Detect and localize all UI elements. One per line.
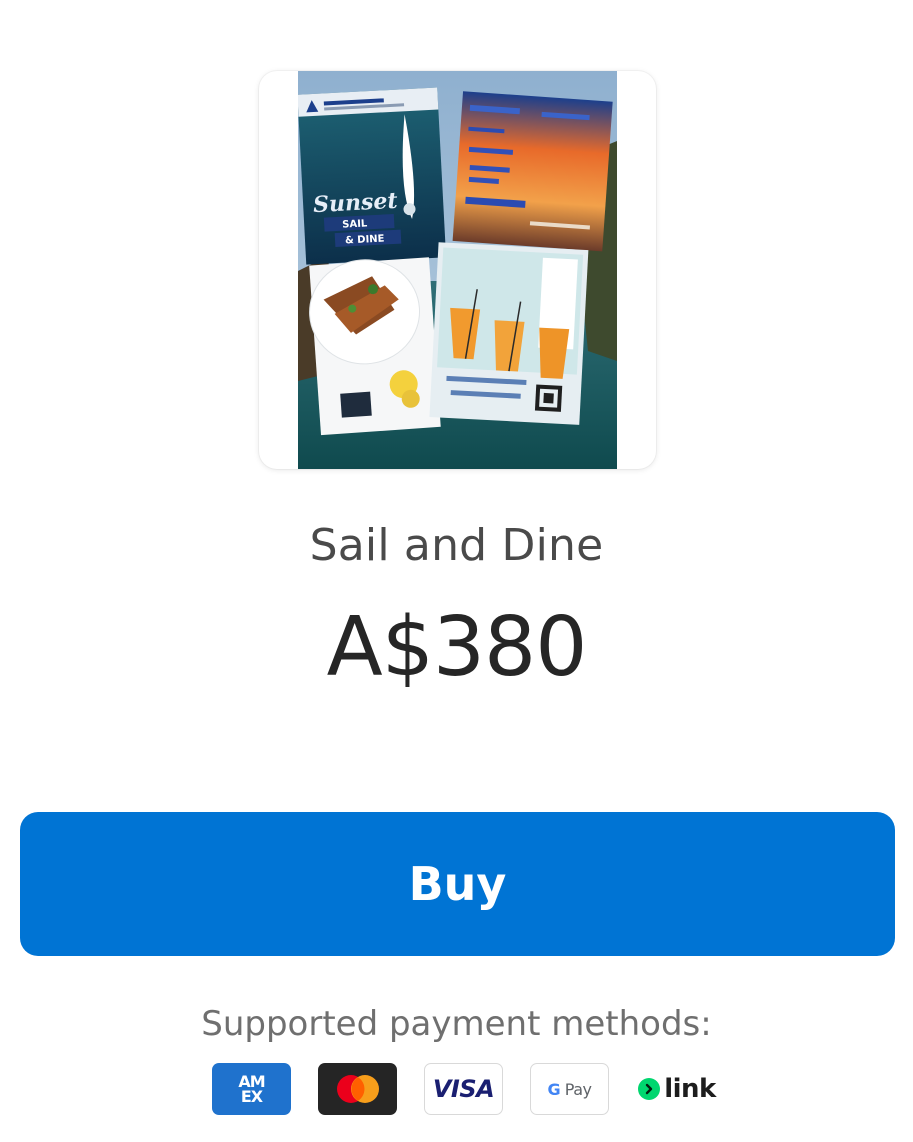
product-name: Sail and Dine (309, 520, 604, 571)
product-image-card: Sunset SAIL & DINE (259, 71, 656, 469)
svg-text:Sunset: Sunset (313, 188, 399, 218)
link-text: link (664, 1074, 716, 1104)
link-arrow-icon (638, 1078, 661, 1100)
buy-button[interactable]: Buy (20, 812, 895, 956)
payment-methods-label: Supported payment methods: (201, 1004, 712, 1044)
google-pay-text: Pay (564, 1079, 592, 1099)
svg-text:& DINE: & DINE (345, 233, 385, 246)
visa-icon: VISA (424, 1063, 503, 1115)
visa-text: VISA (432, 1075, 495, 1103)
amex-icon: AM EX (212, 1063, 291, 1115)
svg-text:SAIL: SAIL (342, 218, 368, 230)
mastercard-circles (336, 1075, 379, 1103)
checkout-page: Sunset SAIL & DINE Sail and Dine A$380 B… (0, 0, 913, 1142)
buy-button-label: Buy (408, 857, 507, 911)
amex-text-bottom: EX (240, 1087, 263, 1106)
product-image: Sunset SAIL & DINE (298, 71, 617, 469)
payment-methods-list: AM EX VISA G Pay link (212, 1063, 718, 1115)
google-g: G (547, 1079, 561, 1099)
product-price: A$380 (326, 600, 588, 695)
google-pay-icon: G Pay (530, 1063, 609, 1115)
mastercard-icon (318, 1063, 397, 1115)
link-icon: link (636, 1063, 718, 1115)
